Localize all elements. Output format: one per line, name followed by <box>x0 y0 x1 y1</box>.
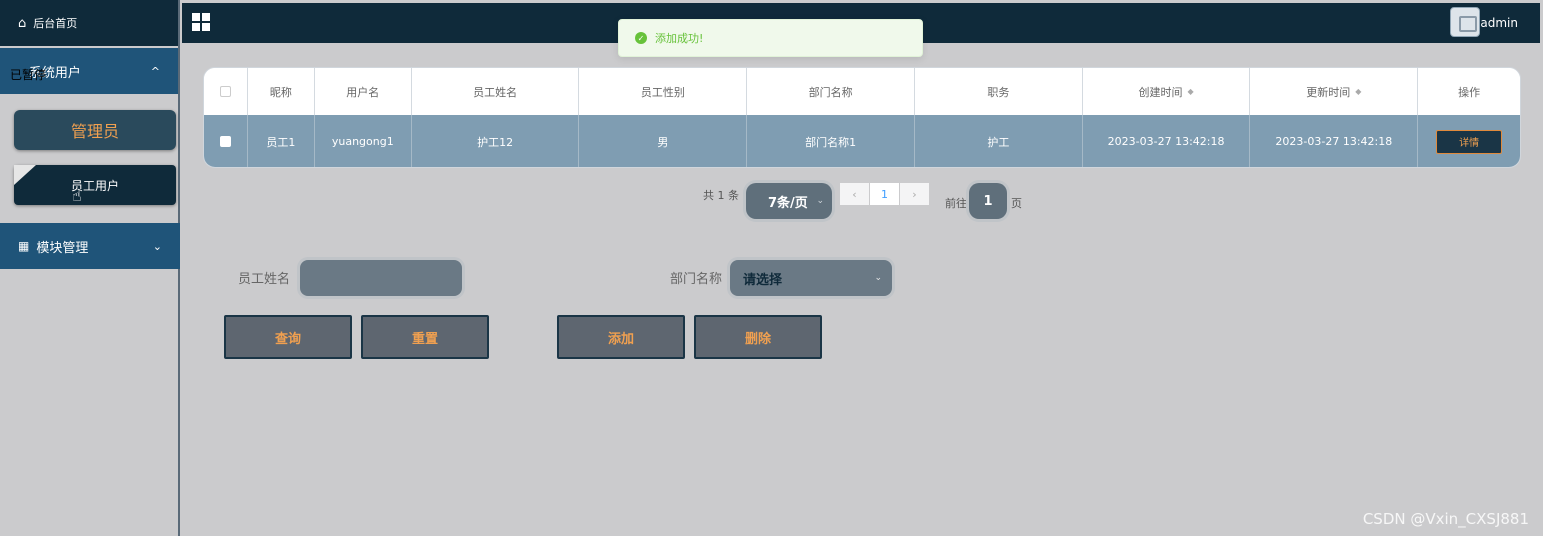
reset-button[interactable]: 重置 <box>361 315 489 359</box>
pager: ‹ 1 › <box>840 183 930 205</box>
delete-button[interactable]: 删除 <box>694 315 822 359</box>
page-size-value: 7条/页 <box>768 195 808 211</box>
name-label: 员工姓名 <box>238 272 291 287</box>
sidebar-item-admin[interactable]: 管理员 <box>14 110 176 150</box>
name-input[interactable] <box>300 260 462 296</box>
column-header: 用户名 <box>315 68 412 115</box>
sidebar-home-label: 后台首页 <box>33 17 78 30</box>
dept-select[interactable]: 请选择 ⌄ <box>730 260 892 296</box>
header-select-all[interactable] <box>204 68 248 115</box>
sidebar: ⌂ 后台首页 系统用户 ^ 已暂停 管理员 员工用户 ☝ ▦ 模块管理 ⌄ <box>0 0 180 536</box>
cell-updated: 2023-03-27 13:42:18 <box>1250 115 1419 167</box>
row-select[interactable] <box>204 115 248 167</box>
home-icon: ⌂ <box>18 15 27 31</box>
toast-message: 添加成功! <box>655 32 704 45</box>
check-circle-icon: ✓ <box>635 32 647 44</box>
cell-name: 护工12 <box>412 115 580 167</box>
menu-grid-icon[interactable] <box>192 13 210 31</box>
cell-position: 护工 <box>915 115 1083 167</box>
column-header-label: 更新时间 <box>1306 85 1351 99</box>
goto-suffix: 页 <box>1011 197 1022 210</box>
sidebar-group-label: 模块管理 <box>36 240 89 256</box>
cell-department: 部门名称1 <box>747 115 915 167</box>
sidebar-home[interactable]: ⌂ 后台首页 <box>0 0 178 46</box>
hand-cursor-icon: ☝ <box>72 186 82 205</box>
page-size-select[interactable]: 7条/页 ⌄ <box>746 183 832 219</box>
column-header: 部门名称 <box>747 68 915 115</box>
cell-gender: 男 <box>579 115 748 167</box>
dept-label: 部门名称 <box>670 272 723 287</box>
pagination-total: 共 1 条 <box>703 189 739 202</box>
goto-label: 前往 <box>945 197 967 210</box>
column-header: 职务 <box>915 68 1083 115</box>
prev-page-button[interactable]: ‹ <box>840 183 869 205</box>
chevron-up-icon: ^ <box>150 64 160 78</box>
column-header-label: 创建时间 <box>1138 85 1183 99</box>
dept-select-value: 请选择 <box>743 272 783 288</box>
table-row[interactable]: 员工1 yuangong1 护工12 男 部门名称1 护工 2023-03-27… <box>204 115 1520 167</box>
add-button[interactable]: 添加 <box>557 315 685 359</box>
staff-table: 昵称 用户名 员工姓名 员工性别 部门名称 职务 创建时间 ◆ 更新时间 ◆ 操作 … <box>203 67 1521 168</box>
column-header: 昵称 <box>248 68 315 115</box>
chevron-down-icon: ⌄ <box>874 273 882 283</box>
chevron-down-icon: ⌄ <box>816 196 824 206</box>
detail-button[interactable]: 详情 <box>1436 129 1503 154</box>
page-number[interactable]: 1 <box>870 183 899 205</box>
checkbox[interactable] <box>219 136 231 147</box>
chevron-down-icon: ⌄ <box>152 239 162 253</box>
sidebar-group-module-mgmt[interactable]: ▦ 模块管理 ⌄ <box>0 223 180 269</box>
checkbox[interactable] <box>219 86 231 97</box>
cell-username: yuangong1 <box>315 115 412 167</box>
sort-icon[interactable]: ◆ <box>1355 87 1361 96</box>
query-button[interactable]: 查询 <box>224 315 352 359</box>
column-header: 员工性别 <box>579 68 748 115</box>
column-header: 员工姓名 <box>412 68 580 115</box>
goto-page-input[interactable]: 1 <box>969 183 1007 219</box>
sidebar-item-staff-users[interactable]: 员工用户 <box>14 165 176 205</box>
watermark: CSDN @Vxin_CXSJ881 <box>1362 510 1529 528</box>
column-header-created[interactable]: 创建时间 ◆ <box>1083 68 1251 115</box>
success-toast: ✓ 添加成功! <box>618 19 923 57</box>
table-header-row: 昵称 用户名 员工姓名 员工性别 部门名称 职务 创建时间 ◆ 更新时间 ◆ 操作 <box>204 68 1520 115</box>
paused-indicator: 已暂停 <box>10 68 47 82</box>
cell-created: 2023-03-27 13:42:18 <box>1083 115 1251 167</box>
next-page-button[interactable]: › <box>900 183 929 205</box>
fold-corner <box>14 165 36 185</box>
cell-action: 详情 <box>1418 115 1520 167</box>
grid-icon: ▦ <box>18 239 30 253</box>
sort-icon[interactable]: ◆ <box>1188 87 1194 96</box>
cell-nickname: 员工1 <box>248 115 315 167</box>
username[interactable]: admin <box>1480 16 1518 30</box>
column-header: 操作 <box>1458 85 1481 99</box>
avatar[interactable] <box>1450 7 1480 37</box>
column-header-updated[interactable]: 更新时间 ◆ <box>1250 68 1419 115</box>
